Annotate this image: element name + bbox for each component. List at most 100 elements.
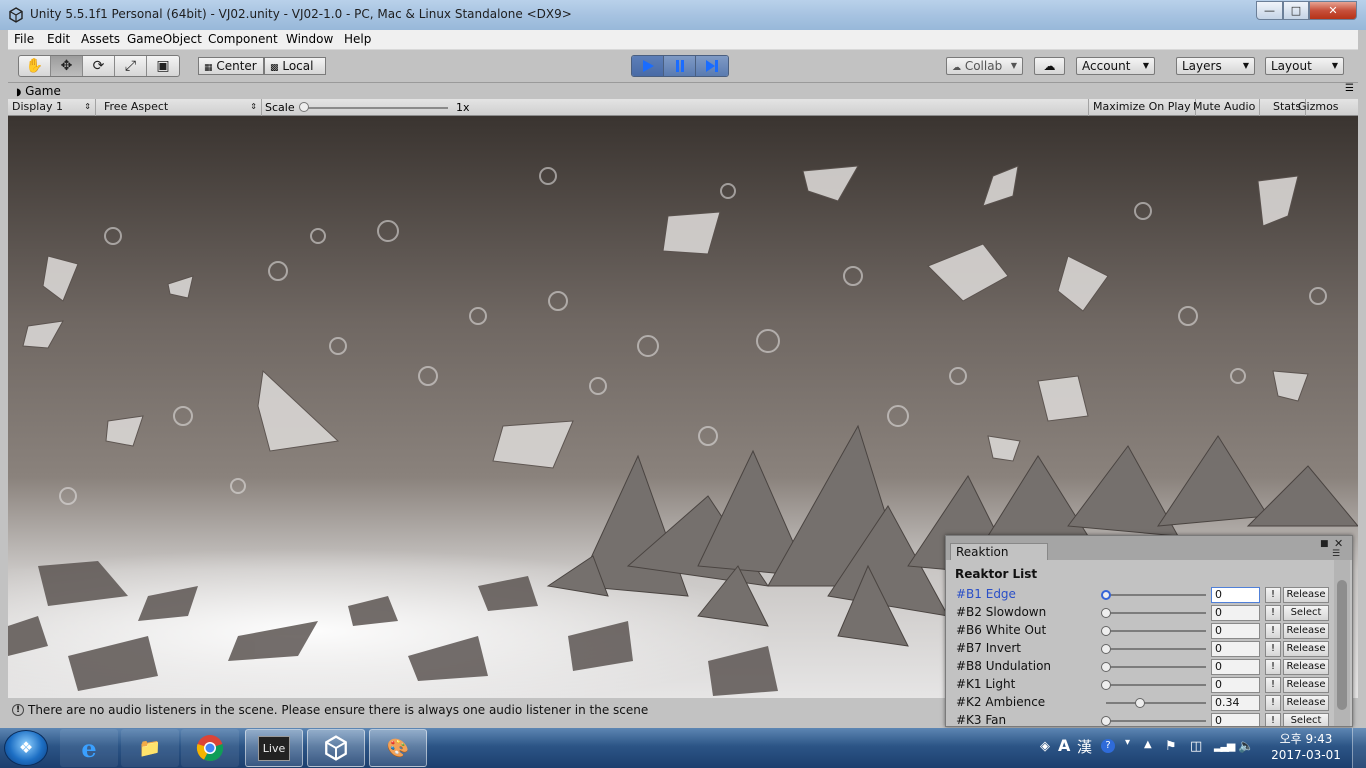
services-button[interactable]: ☁ <box>1034 57 1065 75</box>
hanja-button[interactable]: 漢 <box>1077 736 1092 757</box>
reaktor-row[interactable]: #B6 White Out 0! Release <box>946 622 1334 640</box>
reaktor-action-button[interactable]: Release <box>1283 659 1329 675</box>
reaktor-value-field[interactable]: 0 <box>1211 659 1260 675</box>
reaktor-bang-button[interactable]: ! <box>1265 587 1281 603</box>
close-button[interactable]: ✕ <box>1309 1 1357 20</box>
display-dropdown[interactable]: Display 1 ⇕ <box>8 99 96 116</box>
reaktor-slider-track[interactable] <box>1106 648 1206 650</box>
reaktor-slider-track[interactable] <box>1106 666 1206 668</box>
reaktor-row[interactable]: #B2 Slowdown 0! Select <box>946 604 1334 622</box>
reaktor-value-field[interactable]: 0 <box>1211 605 1260 621</box>
reaktor-slider-thumb[interactable] <box>1101 626 1111 636</box>
reaktor-slider-thumb[interactable] <box>1101 662 1111 672</box>
tray-expand-icon[interactable]: ▲ <box>1144 739 1152 750</box>
pivot-center-button[interactable]: ▦ Center <box>198 57 264 75</box>
ime-options-icon[interactable]: ▾ <box>1125 737 1130 748</box>
reaktor-slider-track[interactable] <box>1106 684 1206 686</box>
reaktor-value-field[interactable]: 0 <box>1211 587 1260 603</box>
reaktion-scrollbar[interactable] <box>1334 560 1350 726</box>
reaktor-row[interactable]: #B7 Invert 0! Release <box>946 640 1334 658</box>
reaktor-row[interactable]: #K2 Ambience 0.34! Release <box>946 694 1334 712</box>
usb-device-icon[interactable]: ◫ <box>1190 739 1202 754</box>
reaktor-row[interactable]: #K3 Fan 0! Select <box>946 712 1334 726</box>
mute-audio-toggle[interactable]: Mute Audio <box>1189 99 1261 116</box>
reaktor-bang-button[interactable]: ! <box>1265 713 1281 726</box>
reaktor-action-button[interactable]: Release <box>1283 623 1329 639</box>
reaktor-slider-track[interactable] <box>1106 594 1206 596</box>
reaktor-slider-thumb[interactable] <box>1101 680 1111 690</box>
reaktor-slider-track[interactable] <box>1106 720 1206 722</box>
panel-maximize-icon[interactable]: ■ <box>1320 539 1329 549</box>
account-dropdown[interactable]: Account ▼ <box>1076 57 1155 75</box>
menu-file[interactable]: File <box>14 32 34 46</box>
reaktor-value-field[interactable]: 0.34 <box>1211 695 1260 711</box>
reaktor-slider-thumb[interactable] <box>1101 644 1111 654</box>
language-bar-icon[interactable]: ◈ <box>1040 739 1050 754</box>
rect-tool-icon[interactable]: ▣ <box>147 56 179 76</box>
reaktor-action-button[interactable]: Select <box>1283 605 1329 621</box>
reaktor-bang-button[interactable]: ! <box>1265 695 1281 711</box>
rotate-tool-icon[interactable]: ⟳ <box>83 56 115 76</box>
collab-dropdown[interactable]: ☁ Collab ▼ <box>946 57 1023 75</box>
scale-slider-track[interactable] <box>304 107 448 109</box>
reaktor-slider-track[interactable] <box>1106 702 1206 704</box>
reaktor-row[interactable]: #B1 Edge 0! Release <box>946 586 1334 604</box>
reaktor-slider-thumb[interactable] <box>1135 698 1145 708</box>
reaktor-bang-button[interactable]: ! <box>1265 623 1281 639</box>
reaktor-value-field[interactable]: 0 <box>1211 623 1260 639</box>
layout-dropdown[interactable]: Layout ▼ <box>1265 57 1344 75</box>
reaktor-bang-button[interactable]: ! <box>1265 659 1281 675</box>
reaktor-action-button[interactable]: Release <box>1283 677 1329 693</box>
scrollbar-thumb[interactable] <box>1337 580 1347 710</box>
scale-slider-thumb[interactable] <box>299 102 309 112</box>
taskbar-chrome[interactable] <box>181 729 239 767</box>
play-button[interactable] <box>632 56 664 76</box>
reaktor-action-button[interactable]: Release <box>1283 641 1329 657</box>
reaktor-slider-track[interactable] <box>1106 612 1206 614</box>
reaktor-bang-button[interactable]: ! <box>1265 677 1281 693</box>
move-tool-icon[interactable]: ✥ <box>51 56 83 76</box>
ime-mode[interactable]: A <box>1058 736 1070 755</box>
menu-window[interactable]: Window <box>286 32 333 46</box>
hand-tool-icon[interactable]: ✋ <box>19 56 51 76</box>
maximize-on-play-toggle[interactable]: Maximize On Play <box>1088 99 1196 116</box>
start-button[interactable]: ❖ <box>4 730 48 766</box>
tab-reaktion[interactable]: Reaktion <box>950 543 1048 560</box>
menu-help[interactable]: Help <box>344 32 371 46</box>
taskbar-file-explorer[interactable]: 📁 <box>121 729 179 767</box>
panel-menu-icon[interactable]: ☰ <box>1332 549 1340 559</box>
show-desktop-button[interactable] <box>1352 728 1366 768</box>
reaktor-action-button[interactable]: Release <box>1283 695 1329 711</box>
help-icon[interactable]: ? <box>1101 739 1115 753</box>
reaktor-action-button[interactable]: Select <box>1283 713 1329 726</box>
system-clock[interactable]: 오후 9:43 2017-03-01 <box>1268 731 1344 763</box>
reaktor-row[interactable]: #B8 Undulation 0! Release <box>946 658 1334 676</box>
reaktor-slider-thumb[interactable] <box>1101 608 1111 618</box>
menu-edit[interactable]: Edit <box>47 32 70 46</box>
reaktor-slider-thumb[interactable] <box>1101 716 1111 726</box>
taskbar-ableton-live[interactable]: Live <box>245 729 303 767</box>
volume-icon[interactable]: 🔈 <box>1238 739 1254 754</box>
taskbar-unity[interactable] <box>307 729 365 767</box>
pause-button[interactable] <box>664 56 696 76</box>
layers-dropdown[interactable]: Layers ▼ <box>1176 57 1255 75</box>
minimize-button[interactable]: — <box>1256 1 1283 20</box>
menu-assets[interactable]: Assets <box>81 32 120 46</box>
reaktor-value-field[interactable]: 0 <box>1211 677 1260 693</box>
taskbar-internet-explorer[interactable]: e <box>60 729 118 767</box>
menu-component[interactable]: Component <box>208 32 278 46</box>
step-button[interactable] <box>696 56 728 76</box>
network-signal-icon[interactable]: ▂▃▅ <box>1214 739 1235 752</box>
action-center-flag-icon[interactable]: ⚑ <box>1165 739 1177 754</box>
reaktor-bang-button[interactable]: ! <box>1265 641 1281 657</box>
tab-game[interactable]: ◗ Game <box>8 83 98 99</box>
maximize-button[interactable]: □ <box>1283 1 1309 20</box>
reaktor-action-button[interactable]: Release <box>1283 587 1329 603</box>
gizmos-toggle[interactable]: Gizmos <box>1294 99 1343 116</box>
reaktor-slider-track[interactable] <box>1106 630 1206 632</box>
scale-tool-icon[interactable]: ⤢ <box>115 56 147 76</box>
menu-gameobject[interactable]: GameObject <box>127 32 202 46</box>
taskbar-paint[interactable]: 🎨 <box>369 729 427 767</box>
pivot-local-button[interactable]: ▩ Local <box>264 57 326 75</box>
tab-menu-icon[interactable]: ☰ <box>1345 83 1354 94</box>
